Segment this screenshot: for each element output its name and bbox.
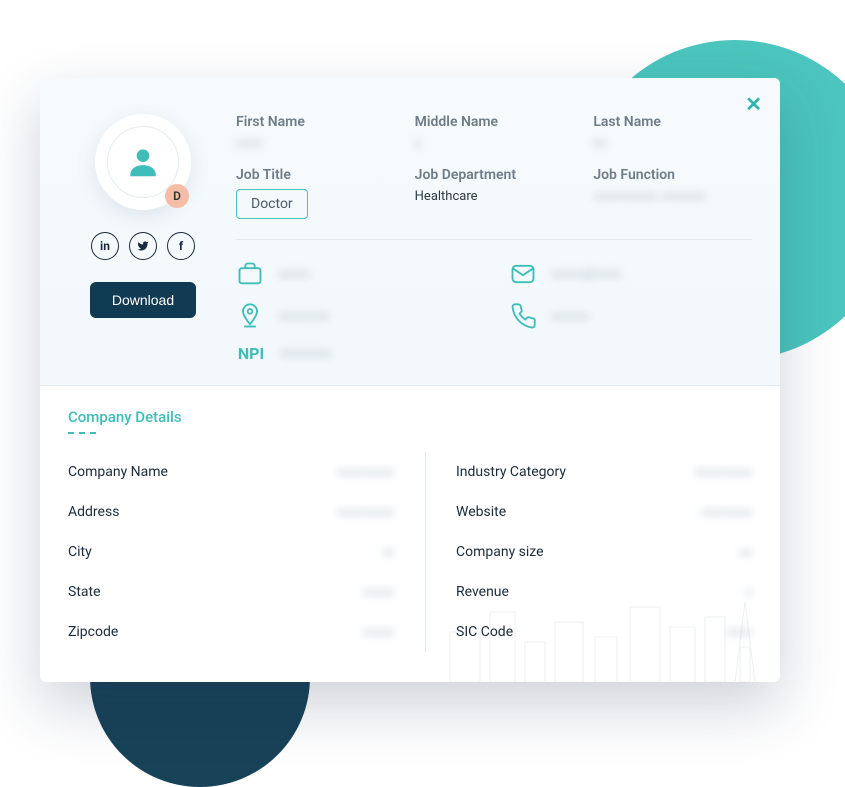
right-column: First Name xxxx Middle Name x Last Name …	[218, 114, 752, 363]
phone-row: xxxxxx	[509, 302, 752, 330]
company-name-label: Company Name	[68, 464, 168, 480]
first-name-value: xxxx	[236, 136, 395, 151]
job-grid: Job Title Doctor Job Department Healthca…	[236, 167, 752, 219]
sic-label: SIC Code	[456, 624, 513, 640]
left-column: D in f Download	[68, 114, 218, 363]
location-value: xxxxxxxx	[278, 309, 330, 324]
zipcode-row: Zipcode xxxxx	[68, 612, 395, 652]
last-name-label: Last Name	[593, 114, 752, 130]
website-value: xxxxxxxx	[700, 505, 752, 520]
briefcase-icon	[236, 260, 264, 288]
work-value: xxxxx	[278, 267, 310, 282]
job-title-field: Job Title Doctor	[236, 167, 395, 219]
revenue-row: Revenue x	[456, 572, 752, 612]
profile-card: ✕ D in f Download First Name	[40, 78, 780, 682]
social-links: in f	[91, 232, 195, 260]
phone-icon	[509, 302, 537, 330]
job-function-value: xxxxxxxxxx xxxxxxx	[593, 189, 752, 204]
email-row: xxxxx@xxxx	[509, 260, 752, 288]
state-value: xxxxx	[363, 585, 395, 600]
industry-label: Industry Category	[456, 464, 566, 480]
size-value: xx	[739, 545, 752, 560]
revenue-label: Revenue	[456, 584, 509, 600]
sic-value: xxxx	[726, 625, 752, 640]
address-label: Address	[68, 504, 119, 520]
zipcode-label: Zipcode	[68, 624, 118, 640]
city-value: xx	[382, 545, 395, 560]
work-row: xxxxx	[236, 260, 479, 288]
job-title-value: Doctor	[236, 189, 308, 219]
address-row: Address xxxxxxxxx	[68, 492, 395, 532]
company-name-row: Company Name xxxxxxxxx	[68, 452, 395, 492]
person-icon	[124, 143, 162, 181]
job-function-field: Job Function xxxxxxxxxx xxxxxxx	[593, 167, 752, 219]
location-row: xxxxxxxx	[236, 302, 479, 330]
avatar: D	[95, 114, 191, 210]
npi-value: xxxxxxxx	[280, 346, 332, 361]
city-label: City	[68, 544, 92, 560]
mail-icon	[509, 260, 537, 288]
phone-value: xxxxxx	[551, 309, 590, 324]
location-icon	[236, 302, 264, 330]
last-name-field: Last Name xx	[593, 114, 752, 151]
company-right-col: Industry Category xxxxxxxxx Website xxxx…	[425, 452, 752, 652]
size-label: Company size	[456, 544, 544, 560]
avatar-badge: D	[165, 184, 189, 208]
state-label: State	[68, 584, 101, 600]
revenue-value: x	[746, 585, 752, 600]
twitter-icon[interactable]	[129, 232, 157, 260]
sic-row: SIC Code xxxx	[456, 612, 752, 652]
state-row: State xxxxx	[68, 572, 395, 612]
upper-section: D in f Download First Name xxxx Middle N…	[40, 78, 780, 386]
size-row: Company size xx	[456, 532, 752, 572]
website-label: Website	[456, 504, 506, 520]
middle-name-field: Middle Name x	[415, 114, 574, 151]
address-value: xxxxxxxxx	[337, 505, 395, 520]
company-left-col: Company Name xxxxxxxxx Address xxxxxxxxx…	[68, 452, 395, 652]
name-grid: First Name xxxx Middle Name x Last Name …	[236, 114, 752, 151]
job-title-label: Job Title	[236, 167, 395, 183]
email-value: xxxxx@xxxx	[551, 267, 621, 282]
job-function-label: Job Function	[593, 167, 752, 183]
first-name-field: First Name xxxx	[236, 114, 395, 151]
section-underline	[68, 432, 96, 434]
linkedin-icon[interactable]: in	[91, 232, 119, 260]
company-grid: Company Name xxxxxxxxx Address xxxxxxxxx…	[68, 452, 752, 652]
first-name-label: First Name	[236, 114, 395, 130]
middle-name-label: Middle Name	[415, 114, 574, 130]
download-button[interactable]: Download	[90, 282, 196, 318]
close-icon[interactable]: ✕	[745, 92, 762, 116]
city-row: City xx	[68, 532, 395, 572]
company-section-title: Company Details	[68, 408, 752, 426]
middle-name-value: x	[415, 136, 574, 151]
job-department-value: Healthcare	[415, 189, 574, 204]
npi-row: NPI xxxxxxxx	[236, 344, 479, 363]
npi-label: NPI	[236, 344, 266, 363]
contact-grid: xxxxx xxxxx@xxxx xxxxxxxx xxxxxx NPI xxx…	[236, 239, 752, 363]
company-name-value: xxxxxxxxx	[337, 465, 395, 480]
website-row: Website xxxxxxxx	[456, 492, 752, 532]
facebook-icon[interactable]: f	[167, 232, 195, 260]
job-department-field: Job Department Healthcare	[415, 167, 574, 219]
industry-value: xxxxxxxxx	[694, 465, 752, 480]
zipcode-value: xxxxx	[363, 625, 395, 640]
company-section: Company Details Company Name xxxxxxxxx A…	[40, 386, 780, 682]
industry-row: Industry Category xxxxxxxxx	[456, 452, 752, 492]
job-department-label: Job Department	[415, 167, 574, 183]
last-name-value: xx	[593, 136, 752, 151]
